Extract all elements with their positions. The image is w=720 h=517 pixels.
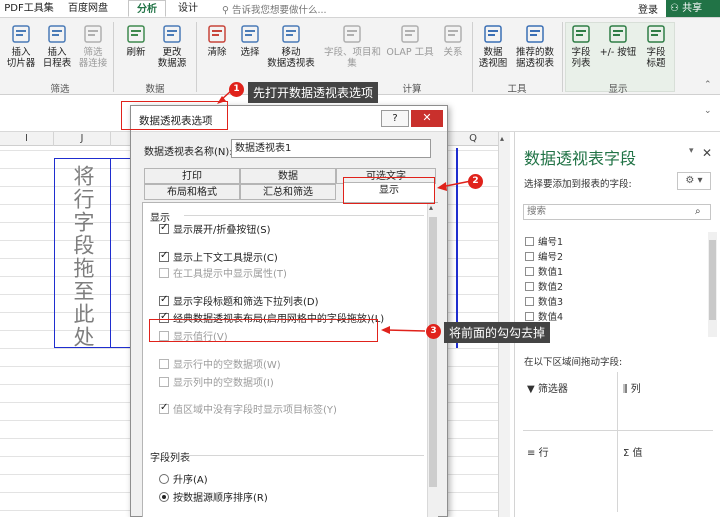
annotation-callout-3: 将前面的勾勾去掉	[444, 322, 551, 343]
highlight-display-tab	[343, 177, 435, 204]
annotation-badge-2: 2	[468, 174, 483, 189]
annotation-arrows	[217, 89, 477, 334]
highlight-classic-layout	[149, 319, 378, 342]
annotation-badge-1: 1	[229, 82, 244, 97]
annotation-badge-3: 3	[426, 324, 441, 339]
annotation-callout-1: 先打开数据透视表选项	[248, 82, 379, 103]
